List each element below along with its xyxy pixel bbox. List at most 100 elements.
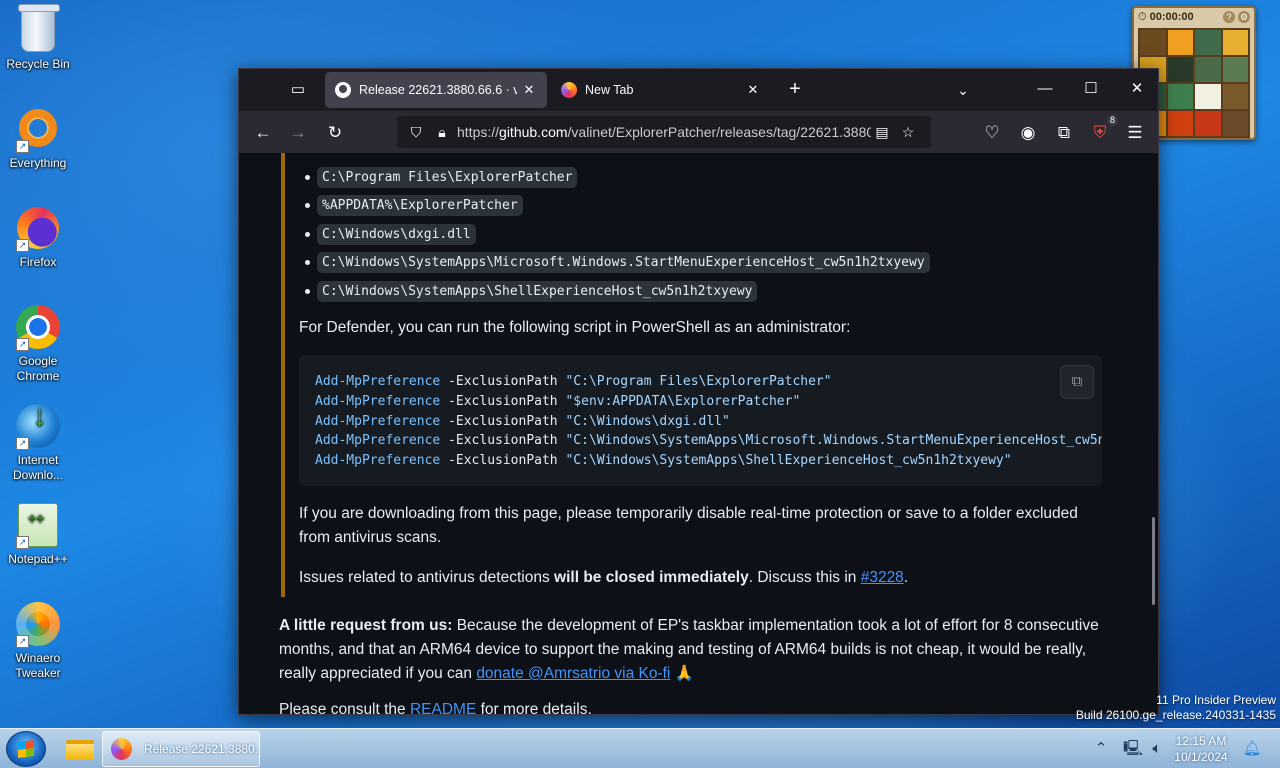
- puzzle-tile[interactable]: [1195, 111, 1221, 136]
- consult-text: for more details.: [476, 701, 592, 714]
- list-all-tabs-button[interactable]: ⌄: [951, 78, 975, 102]
- taskbar-file-explorer[interactable]: [58, 731, 100, 767]
- back-button[interactable]: ←: [250, 120, 276, 146]
- copy-code-button[interactable]: ⧉: [1060, 365, 1094, 399]
- settings-icon[interactable]: ⚙: [1238, 11, 1250, 23]
- start-button[interactable]: [6, 731, 46, 767]
- tab-new-tab[interactable]: New Tab ✕: [551, 72, 771, 108]
- notifications-button[interactable]: 🔔︎: [1240, 729, 1264, 768]
- desktop-icon-recycle-bin[interactable]: Recycle Bin: [2, 6, 74, 72]
- arrow-right-icon: →: [289, 123, 307, 142]
- bookmark-star-icon[interactable]: ☆: [897, 124, 919, 141]
- powershell-code-block[interactable]: Add-MpPreference -ExclusionPath "C:\Prog…: [299, 355, 1102, 486]
- code-line: Add-MpPreference -ExclusionPath "C:\Wind…: [315, 431, 1102, 451]
- firefox-icon: [561, 82, 577, 98]
- desktop-icon-everything[interactable]: ↗ Everything: [2, 105, 74, 171]
- puzzle-tile[interactable]: [1222, 57, 1248, 82]
- puzzle-tile[interactable]: [1222, 30, 1248, 55]
- puzzle-tile[interactable]: [1140, 30, 1166, 55]
- pray-emoji: 🙏: [670, 665, 694, 682]
- scrollbar-thumb[interactable]: [1152, 517, 1155, 605]
- inline-code-path: C:\Program Files\ExplorerPatcher: [317, 166, 578, 188]
- pocket-button[interactable]: ♡: [979, 120, 1005, 146]
- shield-icon[interactable]: ⛉: [405, 124, 427, 141]
- code-string: "$env:APPDATA\ExplorerPatcher": [565, 393, 801, 409]
- taskbar-firefox[interactable]: Release 22621.3880...: [102, 731, 260, 767]
- desktop-icon-winaero[interactable]: ↗ Winaero Tweaker: [2, 600, 74, 681]
- url-text[interactable]: https://github.com/valinet/ExplorerPatch…: [457, 124, 871, 140]
- desktop-icon-label: Internet Downlo...: [12, 453, 64, 482]
- close-window-button[interactable]: ✕: [1114, 69, 1158, 109]
- network-tray-button[interactable]: 🖳︎: [1122, 729, 1144, 768]
- url-bar[interactable]: ⛉ 🔒︎ https://github.com/valinet/Explorer…: [397, 116, 931, 148]
- volume-tray-button[interactable]: 🔈︎: [1146, 729, 1168, 768]
- puzzle-tile[interactable]: [1222, 111, 1248, 136]
- maximize-button[interactable]: ☐: [1068, 69, 1114, 109]
- chevron-up-icon: ⌃: [1094, 740, 1108, 757]
- code-command: Add-MpPreference: [315, 374, 441, 389]
- account-icon: ◉: [1020, 123, 1036, 142]
- puzzle-tile[interactable]: [1222, 84, 1248, 109]
- desktop-icon-label: Recycle Bin: [6, 57, 70, 71]
- reader-view-icon[interactable]: ▤: [871, 124, 893, 141]
- puzzle-tile[interactable]: [1167, 84, 1193, 109]
- close-tab-icon[interactable]: ✕: [745, 82, 761, 98]
- readme-link[interactable]: README: [410, 701, 476, 714]
- firefox-view-button[interactable]: ▭: [287, 79, 309, 101]
- tab-bar: ▭ Release 22621.3880.66.6 · valinet ✕ Ne…: [239, 69, 1158, 111]
- inline-code-path: C:\Windows\SystemApps\Microsoft.Windows.…: [317, 252, 930, 274]
- puzzle-tile[interactable]: [1167, 30, 1193, 55]
- os-watermark: 11 Pro Insider Preview Build 26100.ge_re…: [1076, 693, 1276, 723]
- code-string: "C:\Windows\dxgi.dll": [565, 413, 730, 429]
- puzzle-tile[interactable]: [1167, 111, 1193, 136]
- new-tab-button[interactable]: +: [783, 78, 807, 102]
- taskbar-clock[interactable]: 12:15 AM 10/1/2024: [1168, 733, 1234, 765]
- close-tab-icon[interactable]: ✕: [521, 82, 537, 98]
- issue-link[interactable]: #3228: [861, 569, 904, 586]
- app-menu-button[interactable]: ☰: [1122, 120, 1148, 146]
- puzzle-tile[interactable]: [1195, 57, 1221, 82]
- help-icon[interactable]: ?: [1223, 11, 1235, 23]
- consult-readme: Please consult the README for more detai…: [279, 698, 1039, 714]
- puzzle-tile[interactable]: [1167, 57, 1193, 82]
- minimize-button[interactable]: —: [1022, 69, 1068, 109]
- extensions-button[interactable]: ⧉: [1051, 120, 1077, 146]
- consult-text: Please consult the: [279, 701, 410, 714]
- inline-code-path: %APPDATA%\ExplorerPatcher: [317, 195, 523, 217]
- network-icon: 🖳︎: [1122, 740, 1143, 757]
- code-line: Add-MpPreference -ExclusionPath "C:\Prog…: [315, 372, 1086, 392]
- puzzle-tile[interactable]: [1195, 84, 1221, 109]
- puzzle-tile[interactable]: [1195, 30, 1221, 55]
- arrow-left-icon: ←: [254, 123, 272, 142]
- tab-release[interactable]: Release 22621.3880.66.6 · valinet ✕: [325, 72, 547, 108]
- code-parameter: -ExclusionPath: [440, 433, 566, 449]
- donate-link[interactable]: donate @Amrsatrio via Ko-fi: [476, 665, 670, 682]
- exclusion-path-item: %APPDATA%\ExplorerPatcher: [305, 192, 930, 221]
- tab-title: Release 22621.3880.66.6 · valinet: [359, 83, 517, 97]
- account-button[interactable]: ◉: [1015, 120, 1041, 146]
- code-command: Add-MpPreference: [315, 433, 441, 449]
- maximize-icon: ☐: [1084, 80, 1098, 97]
- reload-button[interactable]: ↻: [322, 120, 348, 146]
- code-command: Add-MpPreference: [315, 453, 441, 469]
- desktop-icon-idm[interactable]: ↗ Internet Downlo...: [2, 402, 74, 483]
- desktop-icon-chrome[interactable]: ↗ Google Chrome: [2, 303, 74, 384]
- recycle-bin-icon: [14, 6, 62, 54]
- exclusion-path-item: C:\Windows\SystemApps\ShellExperienceHos…: [305, 277, 930, 306]
- exclusion-path-list: C:\Program Files\ExplorerPatcher %APPDATA…: [305, 163, 930, 306]
- ublock-origin-icon: ⛨: [1093, 123, 1107, 142]
- desktop-icon-label: Notepad++: [8, 552, 68, 566]
- lock-icon[interactable]: 🔒︎: [431, 124, 453, 141]
- firefox-icon: ↗: [14, 204, 62, 252]
- show-hidden-icons-button[interactable]: ⌃: [1090, 729, 1112, 768]
- desktop-icon-firefox[interactable]: ↗ Firefox: [2, 204, 74, 270]
- desktop-icon-notepadpp[interactable]: ↗ Notepad++: [2, 501, 74, 567]
- code-line: Add-MpPreference -ExclusionPath "C:\Wind…: [315, 451, 1086, 471]
- plus-icon: +: [789, 78, 801, 100]
- shortcut-arrow-icon: ↗: [16, 338, 29, 351]
- clock-date: 10/1/2024: [1174, 750, 1228, 764]
- forward-button[interactable]: →: [285, 120, 311, 146]
- code-command: Add-MpPreference: [315, 413, 441, 429]
- bell-icon: 🔔︎: [1242, 740, 1262, 757]
- ublock-button[interactable]: ⛨ 8: [1087, 115, 1118, 146]
